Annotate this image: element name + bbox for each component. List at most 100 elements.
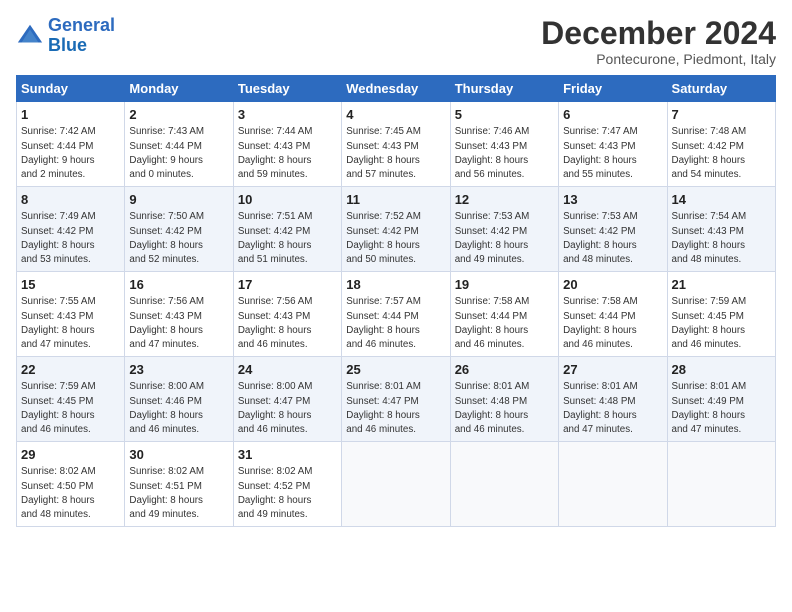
calendar-cell: 11Sunrise: 7:52 AM Sunset: 4:42 PM Dayli… (342, 187, 450, 272)
calendar-week-3: 15Sunrise: 7:55 AM Sunset: 4:43 PM Dayli… (17, 272, 776, 357)
day-number: 1 (21, 106, 120, 124)
day-info: Sunrise: 7:53 AM Sunset: 4:42 PM Dayligh… (563, 210, 662, 267)
calendar-cell: 22Sunrise: 7:59 AM Sunset: 4:45 PM Dayli… (17, 357, 125, 442)
day-info: Sunrise: 7:59 AM Sunset: 4:45 PM Dayligh… (672, 295, 771, 352)
calendar-cell: 6Sunrise: 7:47 AM Sunset: 4:43 PM Daylig… (559, 102, 667, 187)
calendar-cell (450, 442, 558, 527)
day-number: 26 (455, 361, 554, 379)
day-number: 5 (455, 106, 554, 124)
calendar-cell: 23Sunrise: 8:00 AM Sunset: 4:46 PM Dayli… (125, 357, 233, 442)
calendar-cell (342, 442, 450, 527)
day-number: 17 (238, 276, 337, 294)
calendar-table: SundayMondayTuesdayWednesdayThursdayFrid… (16, 75, 776, 527)
calendar-cell: 4Sunrise: 7:45 AM Sunset: 4:43 PM Daylig… (342, 102, 450, 187)
calendar-cell: 16Sunrise: 7:56 AM Sunset: 4:43 PM Dayli… (125, 272, 233, 357)
day-number: 4 (346, 106, 445, 124)
day-info: Sunrise: 7:55 AM Sunset: 4:43 PM Dayligh… (21, 295, 120, 352)
calendar-cell: 20Sunrise: 7:58 AM Sunset: 4:44 PM Dayli… (559, 272, 667, 357)
days-header-row: SundayMondayTuesdayWednesdayThursdayFrid… (17, 76, 776, 102)
day-info: Sunrise: 7:53 AM Sunset: 4:42 PM Dayligh… (455, 210, 554, 267)
day-info: Sunrise: 7:51 AM Sunset: 4:42 PM Dayligh… (238, 210, 337, 267)
day-info: Sunrise: 7:58 AM Sunset: 4:44 PM Dayligh… (563, 295, 662, 352)
calendar-cell: 1Sunrise: 7:42 AM Sunset: 4:44 PM Daylig… (17, 102, 125, 187)
calendar-week-4: 22Sunrise: 7:59 AM Sunset: 4:45 PM Dayli… (17, 357, 776, 442)
calendar-cell (667, 442, 775, 527)
page: General Blue December 2024 Pontecurone, … (0, 0, 792, 537)
logo-icon (16, 22, 44, 50)
day-number: 24 (238, 361, 337, 379)
calendar-cell: 10Sunrise: 7:51 AM Sunset: 4:42 PM Dayli… (233, 187, 341, 272)
calendar-cell: 15Sunrise: 7:55 AM Sunset: 4:43 PM Dayli… (17, 272, 125, 357)
calendar-cell: 12Sunrise: 7:53 AM Sunset: 4:42 PM Dayli… (450, 187, 558, 272)
day-info: Sunrise: 8:01 AM Sunset: 4:48 PM Dayligh… (455, 380, 554, 437)
calendar-cell: 9Sunrise: 7:50 AM Sunset: 4:42 PM Daylig… (125, 187, 233, 272)
calendar-cell: 17Sunrise: 7:56 AM Sunset: 4:43 PM Dayli… (233, 272, 341, 357)
day-info: Sunrise: 7:56 AM Sunset: 4:43 PM Dayligh… (238, 295, 337, 352)
day-number: 14 (672, 191, 771, 209)
day-header-thursday: Thursday (450, 76, 558, 102)
day-number: 22 (21, 361, 120, 379)
day-number: 9 (129, 191, 228, 209)
calendar-week-2: 8Sunrise: 7:49 AM Sunset: 4:42 PM Daylig… (17, 187, 776, 272)
day-number: 6 (563, 106, 662, 124)
calendar-cell: 5Sunrise: 7:46 AM Sunset: 4:43 PM Daylig… (450, 102, 558, 187)
day-number: 21 (672, 276, 771, 294)
day-info: Sunrise: 8:02 AM Sunset: 4:51 PM Dayligh… (129, 465, 228, 522)
day-info: Sunrise: 8:02 AM Sunset: 4:52 PM Dayligh… (238, 465, 337, 522)
day-number: 20 (563, 276, 662, 294)
day-info: Sunrise: 7:42 AM Sunset: 4:44 PM Dayligh… (21, 125, 120, 182)
day-info: Sunrise: 7:52 AM Sunset: 4:42 PM Dayligh… (346, 210, 445, 267)
calendar-cell: 21Sunrise: 7:59 AM Sunset: 4:45 PM Dayli… (667, 272, 775, 357)
day-info: Sunrise: 7:46 AM Sunset: 4:43 PM Dayligh… (455, 125, 554, 182)
day-info: Sunrise: 8:00 AM Sunset: 4:47 PM Dayligh… (238, 380, 337, 437)
day-header-tuesday: Tuesday (233, 76, 341, 102)
calendar-cell (559, 442, 667, 527)
day-number: 11 (346, 191, 445, 209)
calendar-cell: 2Sunrise: 7:43 AM Sunset: 4:44 PM Daylig… (125, 102, 233, 187)
day-number: 13 (563, 191, 662, 209)
day-number: 27 (563, 361, 662, 379)
calendar-cell: 19Sunrise: 7:58 AM Sunset: 4:44 PM Dayli… (450, 272, 558, 357)
day-info: Sunrise: 7:43 AM Sunset: 4:44 PM Dayligh… (129, 125, 228, 182)
day-number: 31 (238, 446, 337, 464)
calendar-cell: 26Sunrise: 8:01 AM Sunset: 4:48 PM Dayli… (450, 357, 558, 442)
calendar-cell: 27Sunrise: 8:01 AM Sunset: 4:48 PM Dayli… (559, 357, 667, 442)
day-number: 2 (129, 106, 228, 124)
day-header-monday: Monday (125, 76, 233, 102)
day-header-saturday: Saturday (667, 76, 775, 102)
calendar-week-5: 29Sunrise: 8:02 AM Sunset: 4:50 PM Dayli… (17, 442, 776, 527)
header: General Blue December 2024 Pontecurone, … (16, 16, 776, 67)
calendar-cell: 13Sunrise: 7:53 AM Sunset: 4:42 PM Dayli… (559, 187, 667, 272)
calendar-cell: 29Sunrise: 8:02 AM Sunset: 4:50 PM Dayli… (17, 442, 125, 527)
calendar-cell: 18Sunrise: 7:57 AM Sunset: 4:44 PM Dayli… (342, 272, 450, 357)
calendar-cell: 25Sunrise: 8:01 AM Sunset: 4:47 PM Dayli… (342, 357, 450, 442)
day-number: 19 (455, 276, 554, 294)
month-title: December 2024 (541, 16, 776, 51)
title-block: December 2024 Pontecurone, Piedmont, Ita… (541, 16, 776, 67)
calendar-cell: 8Sunrise: 7:49 AM Sunset: 4:42 PM Daylig… (17, 187, 125, 272)
day-number: 3 (238, 106, 337, 124)
day-info: Sunrise: 8:00 AM Sunset: 4:46 PM Dayligh… (129, 380, 228, 437)
day-number: 29 (21, 446, 120, 464)
day-info: Sunrise: 8:01 AM Sunset: 4:47 PM Dayligh… (346, 380, 445, 437)
calendar-cell: 30Sunrise: 8:02 AM Sunset: 4:51 PM Dayli… (125, 442, 233, 527)
day-info: Sunrise: 7:56 AM Sunset: 4:43 PM Dayligh… (129, 295, 228, 352)
calendar-cell: 24Sunrise: 8:00 AM Sunset: 4:47 PM Dayli… (233, 357, 341, 442)
day-info: Sunrise: 8:02 AM Sunset: 4:50 PM Dayligh… (21, 465, 120, 522)
day-info: Sunrise: 7:49 AM Sunset: 4:42 PM Dayligh… (21, 210, 120, 267)
day-info: Sunrise: 7:47 AM Sunset: 4:43 PM Dayligh… (563, 125, 662, 182)
day-info: Sunrise: 7:50 AM Sunset: 4:42 PM Dayligh… (129, 210, 228, 267)
day-info: Sunrise: 7:59 AM Sunset: 4:45 PM Dayligh… (21, 380, 120, 437)
day-info: Sunrise: 7:57 AM Sunset: 4:44 PM Dayligh… (346, 295, 445, 352)
day-info: Sunrise: 7:44 AM Sunset: 4:43 PM Dayligh… (238, 125, 337, 182)
logo: General Blue (16, 16, 115, 56)
location-subtitle: Pontecurone, Piedmont, Italy (541, 51, 776, 67)
day-number: 25 (346, 361, 445, 379)
calendar-cell: 14Sunrise: 7:54 AM Sunset: 4:43 PM Dayli… (667, 187, 775, 272)
day-info: Sunrise: 7:54 AM Sunset: 4:43 PM Dayligh… (672, 210, 771, 267)
day-info: Sunrise: 7:58 AM Sunset: 4:44 PM Dayligh… (455, 295, 554, 352)
calendar-cell: 3Sunrise: 7:44 AM Sunset: 4:43 PM Daylig… (233, 102, 341, 187)
day-number: 8 (21, 191, 120, 209)
day-number: 28 (672, 361, 771, 379)
day-info: Sunrise: 8:01 AM Sunset: 4:49 PM Dayligh… (672, 380, 771, 437)
